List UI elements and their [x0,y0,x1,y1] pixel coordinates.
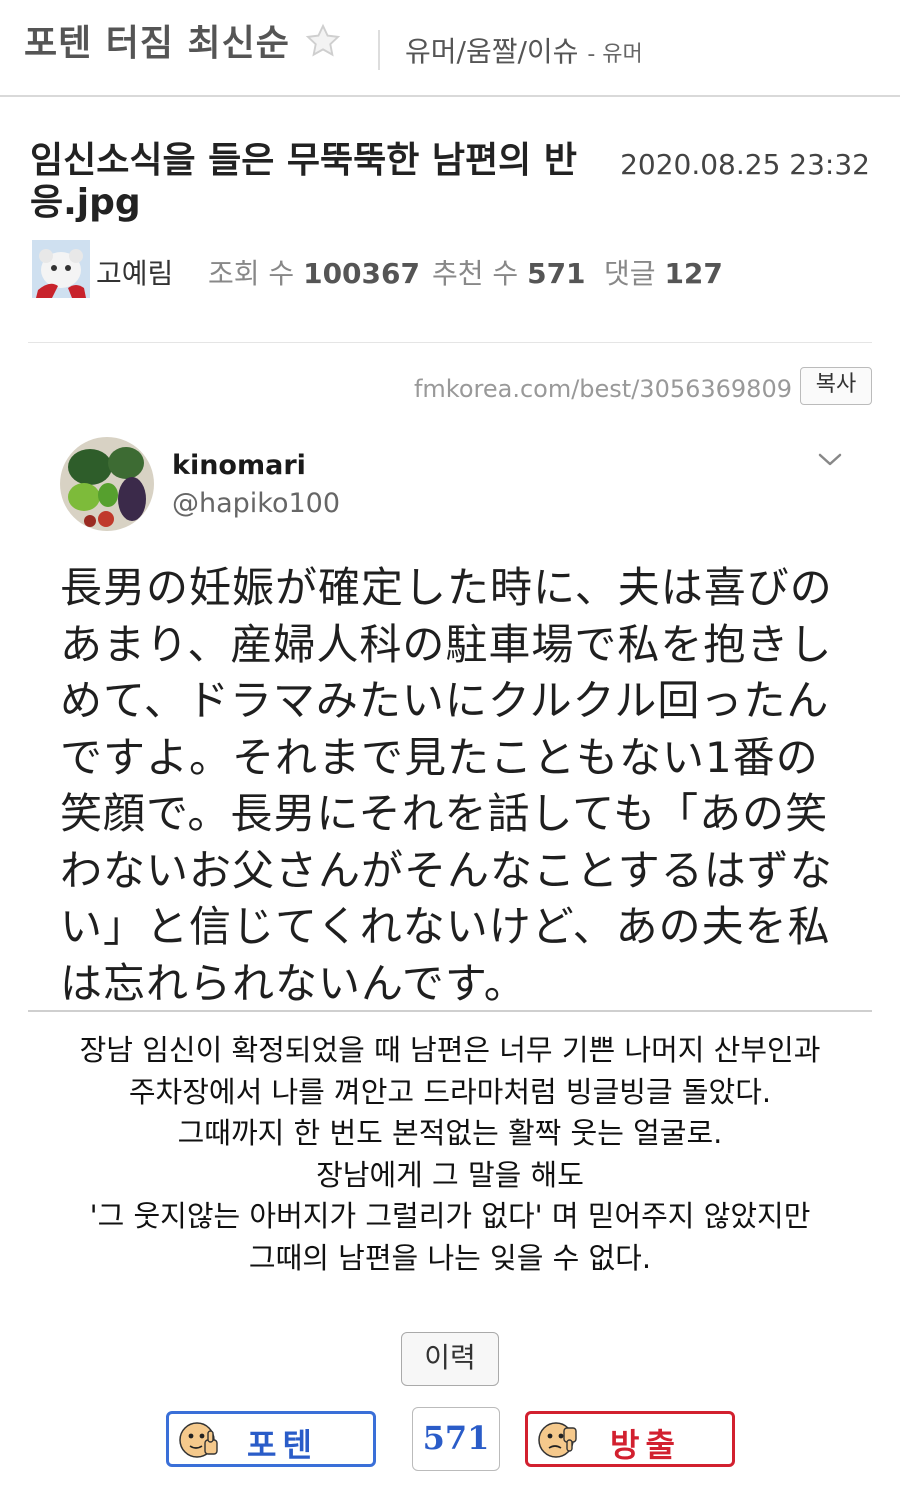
star-icon[interactable] [304,22,342,60]
copy-url-button[interactable]: 복사 [800,367,872,405]
history-button[interactable]: 이력 [401,1332,499,1386]
author-avatar[interactable] [32,240,90,298]
vote-stat: 추천 수 571 [432,252,586,292]
views-value: 100367 [303,257,420,290]
translation-line: '그 웃지않는 아버지가 그럴리가 없다' 며 믿어주지 않았지만 [89,1199,811,1233]
vote-up-button[interactable]: 포텐 [166,1411,376,1467]
divider [28,342,872,343]
board-title[interactable]: 포텐 터짐 최신순 [24,14,290,66]
tweet-text: 長男の妊娠が確定した時に、夫は喜びの あまり、産婦人科の駐車場で私を抱きし めて… [60,560,850,1012]
tweet-line: わないお父さんがそんなことするはずな [60,845,833,895]
thumbs-down-face-icon [538,1422,577,1458]
tweet-line: ですよ。それまで見たこともない1番の [60,732,819,782]
thumbs-up-face-icon [179,1422,218,1458]
tweet-line: あまり、産婦人科の駐車場で私を抱きし [60,619,833,669]
header-divider [378,30,380,70]
vote-down-label: 방출 [610,1426,681,1464]
translation-line: 장남에게 그 말을 해도 [316,1157,584,1192]
translation-line: 그때까지 한 번도 본적없는 활짝 웃는 얼굴로. [177,1116,723,1150]
chevron-down-icon [818,453,842,466]
tweet-avatar [60,437,154,531]
vote-down-button[interactable]: 방출 [525,1411,735,1467]
post-url[interactable]: fmkorea.com/best/3056369809 [414,375,792,403]
tweet-line: 長男の妊娠が確定した時に、夫は喜びの [60,563,833,612]
translation-line: 주차장에서 나를 껴안고 드라마처럼 빙글빙글 돌았다. [128,1074,772,1109]
subcategory-label[interactable]: - 유머 [587,42,642,67]
comments-value: 127 [664,257,723,290]
post-date: 2020.08.25 23:32 [620,148,870,181]
vote-count: 571 [412,1407,500,1471]
comment-count[interactable]: 댓글 127 [604,252,723,292]
top-bar: 포텐 터짐 최신순 유머/움짤/이슈 - 유머 [0,0,900,97]
post-title: 임신소식을 들은 무뚝뚝한 남편의 반응.jpg [30,140,577,223]
vote-up-label: 포텐 [247,1426,318,1464]
tweet-line: い」と信じてくれないけど、あの夫を私 [60,902,831,951]
tweet-divider [28,1010,872,1012]
translation-text: 장남 임신이 확정되었을 때 남편은 너무 기쁜 나머지 산부인과 주차장에서 … [20,1030,880,1279]
author-name[interactable]: 고예림 [96,252,173,292]
tweet-line: 笑顔で。長男にそれを話しても「あの笑 [60,789,829,838]
tweet-display-name: kinomari [172,450,306,481]
tweet-line: めて、ドラマみたいにクルクル回ったん [60,676,830,725]
tweet-line: は忘れられないんです。 [60,958,527,1008]
translation-line: 장남 임신이 확정되었을 때 남편은 너무 기쁜 나머지 산부인과 [79,1033,821,1067]
comments-label: 댓글 [604,257,656,290]
tweet-handle: @hapiko100 [172,488,341,519]
view-count: 조회 수 100367 [208,252,420,292]
category-label[interactable]: 유머/움짤/이슈 [405,35,578,68]
translation-line: 그때의 남편을 나는 잊을 수 없다. [248,1240,652,1275]
views-label: 조회 수 [208,257,295,290]
category-breadcrumb[interactable]: 유머/움짤/이슈 - 유머 [405,30,643,70]
votes-value: 571 [527,257,586,290]
votes-label: 추천 수 [432,257,519,290]
